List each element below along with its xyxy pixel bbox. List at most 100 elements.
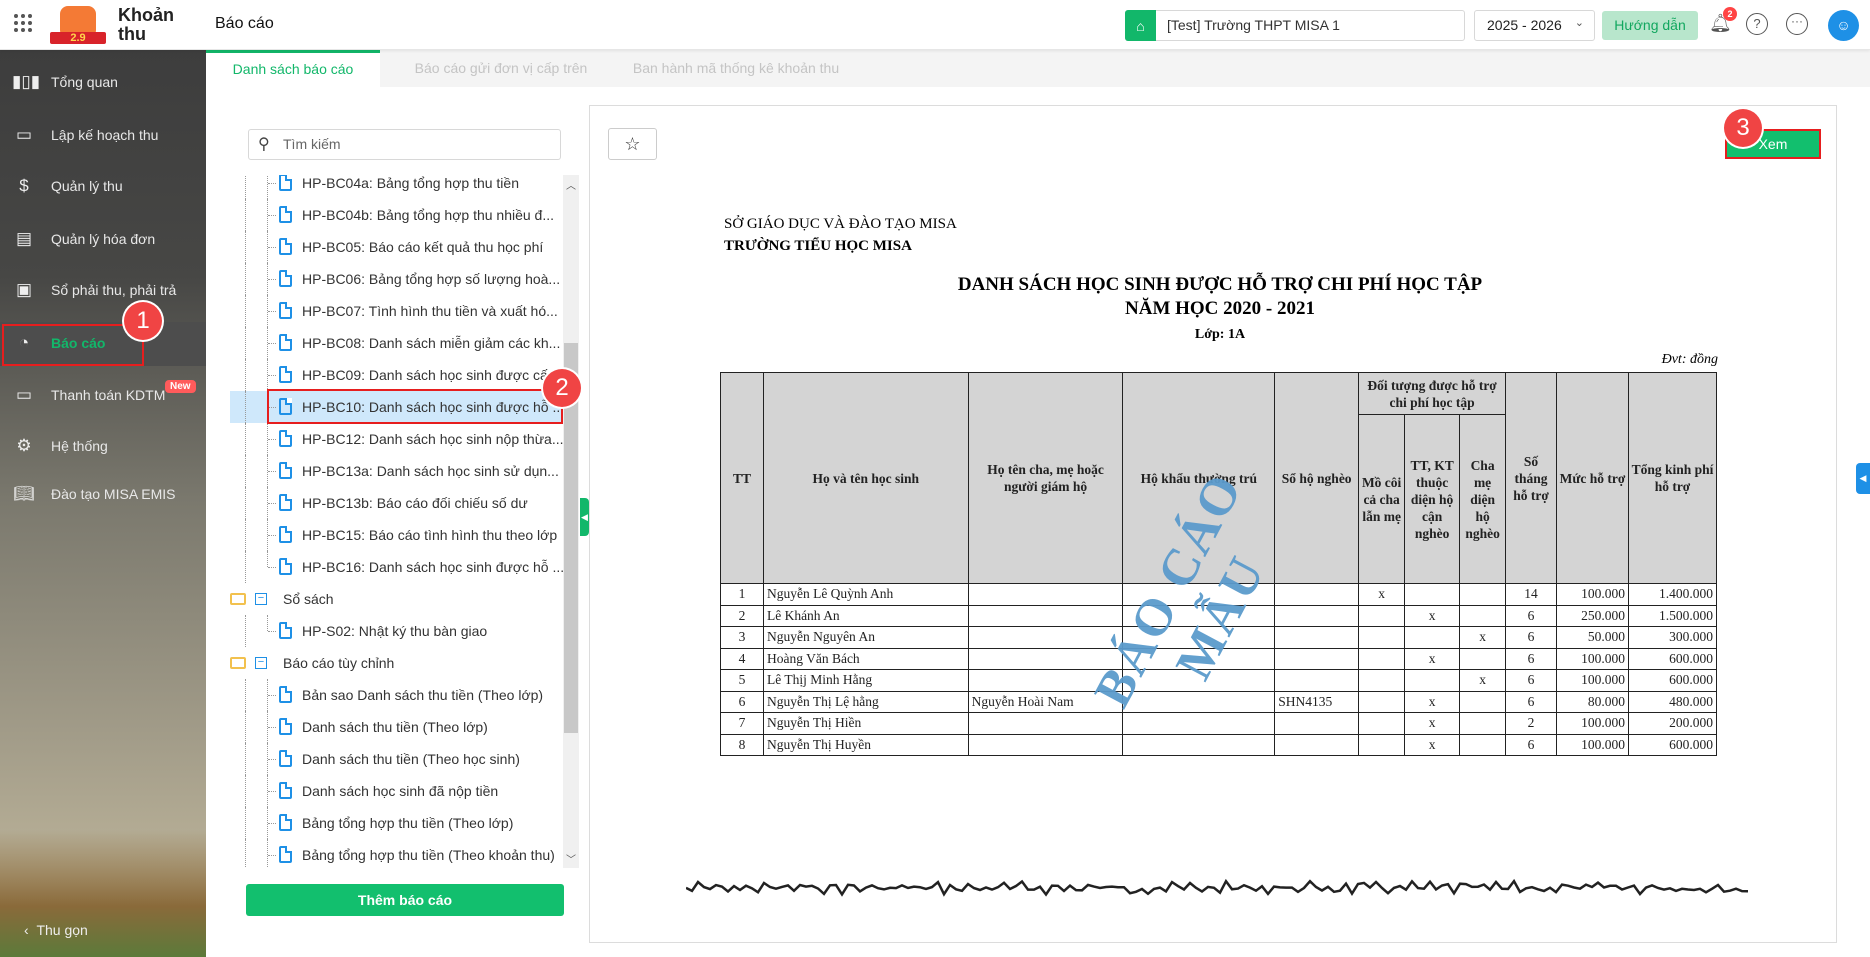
table-cell: 2 — [1505, 712, 1558, 735]
table-cell: x — [1459, 669, 1507, 692]
tree-item[interactable]: Bảng tổng hợp thu tiền (Theo khoản thu) — [230, 839, 563, 868]
table-cell — [1459, 647, 1507, 670]
sidebar-item-quan-ly-thu[interactable]: $ Quản lý thu — [0, 165, 206, 209]
sidebar-item-he-thong[interactable]: ⚙ Hệ thống — [0, 425, 206, 469]
table-cell — [1358, 712, 1406, 735]
tree-item[interactable]: Danh sách thu tiền (Theo lớp) — [230, 711, 563, 743]
table-cell: 1 — [720, 583, 764, 606]
favorite-star-button[interactable]: ☆ — [608, 128, 657, 160]
file-icon — [279, 430, 292, 447]
sidebar-item-dao-tao[interactable]: 📖︎ Đào tạo MISA EMIS — [0, 473, 206, 517]
table-cell: 5 — [720, 669, 764, 692]
tab-bao-cao-gui-cap-tren[interactable]: Báo cáo gửi đơn vị cấp trên — [396, 50, 606, 87]
file-icon — [279, 558, 292, 575]
tree-item[interactable]: HP-BC16: Danh sách học sinh được hỗ ... — [230, 551, 563, 583]
chart-icon: ▮▯▮ — [12, 72, 41, 91]
sidebar-item-lap-ke-hoach-thu[interactable]: ▭ Lập kế hoạch thu — [0, 114, 206, 158]
file-icon — [279, 175, 292, 191]
table-cell — [1274, 669, 1360, 692]
add-report-button[interactable]: Thêm báo cáo — [246, 884, 564, 916]
highlight-box-step-1 — [2, 324, 144, 366]
collapse-icon[interactable]: − — [255, 657, 267, 669]
scroll-down-icon[interactable]: ﹀ — [566, 851, 576, 866]
table-cell: 7 — [720, 712, 764, 735]
collapse-button[interactable]: ‹ Thu gọn — [24, 922, 88, 938]
table-cell: x — [1404, 733, 1461, 756]
school-year-select[interactable]: 2025 - 2026 ⌄ — [1474, 10, 1595, 41]
collapse-icon[interactable]: − — [255, 593, 267, 605]
tab-danh-sach-bao-cao[interactable]: Danh sách báo cáo — [206, 50, 380, 87]
more-icon[interactable]: ··· — [1786, 13, 1808, 35]
tree-item[interactable]: HP-BC06: Bảng tổng hợp số lượng hoà... — [230, 263, 563, 295]
tree-item[interactable]: HP-BC12: Danh sách học sinh nộp thừa... — [230, 423, 563, 455]
file-icon — [279, 846, 292, 863]
table-cell — [1459, 733, 1507, 756]
table-cell — [1459, 604, 1507, 627]
col-total: Tổng kinh phí hỗ trợ — [1627, 372, 1718, 584]
table-row: 8 Nguyễn Thị Huyền x 6 100.000 600.000 — [720, 733, 1718, 756]
school-selector[interactable]: ⌂ [Test] Trường THPT MISA 1 — [1125, 10, 1465, 41]
table-cell: 6 — [1505, 604, 1558, 627]
file-icon — [279, 750, 292, 767]
step-badge-1: 1 — [124, 302, 162, 340]
col-guardian: Họ tên cha, mẹ hoặc người giám hộ — [967, 372, 1124, 584]
app-grid-icon[interactable] — [14, 14, 32, 32]
tree-scrollbar[interactable]: ︿ ﹀ — [563, 175, 579, 868]
report-title: DANH SÁCH HỌC SINH ĐƯỢC HỖ TRỢ CHI PHÍ H… — [957, 274, 1483, 295]
tree-item[interactable]: HP-BC07: Tình hình thu tiền và xuất hó..… — [230, 295, 563, 327]
tree-item[interactable]: HP-BC05: Báo cáo kết quả thu học phí — [230, 231, 563, 263]
table-cell — [1459, 690, 1507, 713]
tree-item[interactable]: Bảng tổng hợp thu tiền (Theo lớp) — [230, 807, 563, 839]
tree-item[interactable]: Danh sách thu tiền (Theo học sinh) — [230, 743, 563, 775]
tree-item[interactable]: HP-BC15: Báo cáo tình hình thu theo lớp — [230, 519, 563, 551]
top-header: 2.9 Khoản thu Báo cáo ⌂ [Test] Trường THP… — [0, 0, 1870, 50]
avatar[interactable]: ☺ — [1828, 10, 1859, 41]
tree-item[interactable]: HP-BC09: Danh sách học sinh được cấ... — [230, 359, 563, 391]
help-icon[interactable]: ? — [1746, 13, 1768, 35]
app-name: Khoản thu — [118, 5, 174, 44]
tree-item[interactable]: Danh sách học sinh đã nộp tiền — [230, 775, 563, 807]
table-cell: Hoàng Văn Bách — [762, 647, 969, 670]
file-icon — [279, 718, 292, 735]
table-cell — [1358, 626, 1406, 649]
file-icon — [279, 782, 292, 799]
sidebar: ▮▯▮ Tổng quan ▭ Lập kế hoạch thu $ Quản lý … — [0, 50, 206, 957]
table-cell: SHN4135 — [1274, 690, 1360, 713]
tree-item[interactable]: HP-BC04b: Bảng tổng hợp thu nhiều đ... — [230, 199, 563, 231]
sidebar-item-so-phai-thu[interactable]: ▣ Sổ phải thu, phải trả — [0, 269, 206, 313]
tree-item[interactable]: HP-S02: Nhật ký thu bàn giao — [230, 615, 563, 647]
report-class: Lớp: 1A — [1194, 327, 1246, 342]
tree-item[interactable]: Bản sao Danh sách thu tiền (Theo lớp) — [230, 679, 563, 711]
card-icon: ▭ — [15, 385, 33, 404]
right-panel-toggle[interactable]: ◀ — [1856, 463, 1870, 494]
table-cell — [1274, 604, 1360, 627]
guide-button[interactable]: Hướng dẫn — [1602, 11, 1698, 40]
table-cell: Nguyễn Thị Hiền — [762, 712, 969, 735]
panel-collapse-handle[interactable]: ◀ — [580, 498, 589, 536]
col-group: Đối tượng được hỗ trợ chi phí học tập — [1358, 372, 1507, 415]
sidebar-item-tong-quan[interactable]: ▮▯▮ Tổng quan — [0, 61, 206, 105]
tree-item[interactable]: HP-BC04a: Bảng tổng hợp thu tiền — [230, 175, 563, 199]
tree-folder[interactable]: − Sổ sách — [230, 583, 563, 615]
sidebar-item-quan-ly-hoa-don[interactable]: ▤ Quản lý hóa đơn — [0, 218, 206, 262]
file-icon — [279, 206, 292, 223]
table-cell — [1404, 669, 1461, 692]
table-cell: 50.000 — [1556, 626, 1629, 649]
tree-item[interactable]: HP-BC13b: Báo cáo đối chiếu số dư — [230, 487, 563, 519]
table-cell: 200.000 — [1627, 712, 1718, 735]
tree-item[interactable]: HP-BC08: Danh sách miễn giảm các kh... — [230, 327, 563, 359]
table-cell — [1358, 669, 1406, 692]
table-cell — [1404, 626, 1461, 649]
report-unit: Đvt: đồng — [1661, 352, 1718, 367]
scroll-up-icon[interactable]: ︿ — [566, 177, 576, 192]
book-icon: 📖︎ — [13, 484, 35, 503]
tab-ban-hanh-ma-thong-ke[interactable]: Ban hành mã thống kê khoản thu — [621, 50, 851, 87]
search-input[interactable] — [283, 136, 543, 152]
tree-folder[interactable]: − Báo cáo tùy chỉnh — [230, 647, 563, 679]
file-icon — [279, 334, 292, 351]
table-cell — [1358, 690, 1406, 713]
col-near-poor: TT, KT thuộc diện hộ cận nghèo — [1404, 414, 1461, 584]
tree-item[interactable]: HP-BC13a: Danh sách học sinh sử dụn... — [230, 455, 563, 487]
search-box[interactable]: ⚲ — [248, 129, 561, 160]
chevron-down-icon: ⌄ — [1574, 17, 1584, 29]
